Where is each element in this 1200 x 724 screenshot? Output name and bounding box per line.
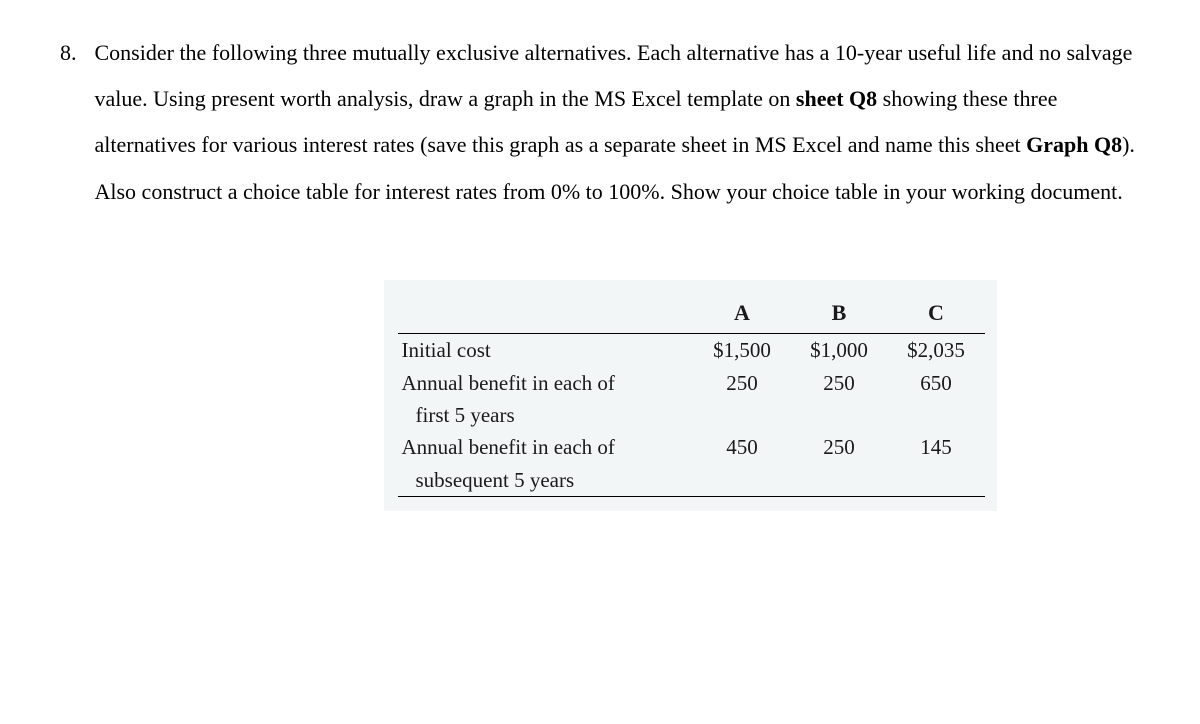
header-b: B	[791, 288, 888, 334]
cell-value: $1,500	[694, 334, 791, 367]
row-label: Annual benefit in each of	[398, 367, 694, 399]
cell-value: $2,035	[888, 334, 985, 367]
question-bold-1: sheet Q8	[796, 86, 877, 111]
header-blank	[398, 288, 694, 334]
cell-value: 450	[694, 431, 791, 496]
table-row: Annual benefit in each of 250 250 650	[398, 367, 985, 399]
header-c: C	[888, 288, 985, 334]
row-label: Initial cost	[398, 334, 694, 367]
row-label-sub: subsequent 5 years	[398, 464, 694, 497]
header-a: A	[694, 288, 791, 334]
cell-value: 650	[888, 367, 985, 432]
cell-value: 250	[694, 367, 791, 432]
question-block: 8. Consider the following three mutually…	[60, 30, 1140, 215]
alternatives-table-container: A B C Initial cost $1,500 $1,000 $2,035 …	[60, 280, 1140, 511]
table-row: Annual benefit in each of 450 250 145	[398, 431, 985, 463]
question-number: 8.	[60, 30, 77, 76]
question-text: Consider the following three mutually ex…	[95, 30, 1141, 215]
cell-value: $1,000	[791, 334, 888, 367]
table-header-row: A B C	[398, 288, 985, 334]
table-bottom-rule	[398, 497, 985, 498]
cell-value: 250	[791, 431, 888, 496]
row-label: Annual benefit in each of	[398, 431, 694, 463]
row-label-sub: first 5 years	[398, 399, 694, 431]
table-row: Initial cost $1,500 $1,000 $2,035	[398, 334, 985, 367]
alternatives-table: A B C Initial cost $1,500 $1,000 $2,035 …	[398, 288, 985, 497]
cell-value: 250	[791, 367, 888, 432]
cell-value: 145	[888, 431, 985, 496]
question-bold-2: Graph Q8	[1026, 132, 1122, 157]
